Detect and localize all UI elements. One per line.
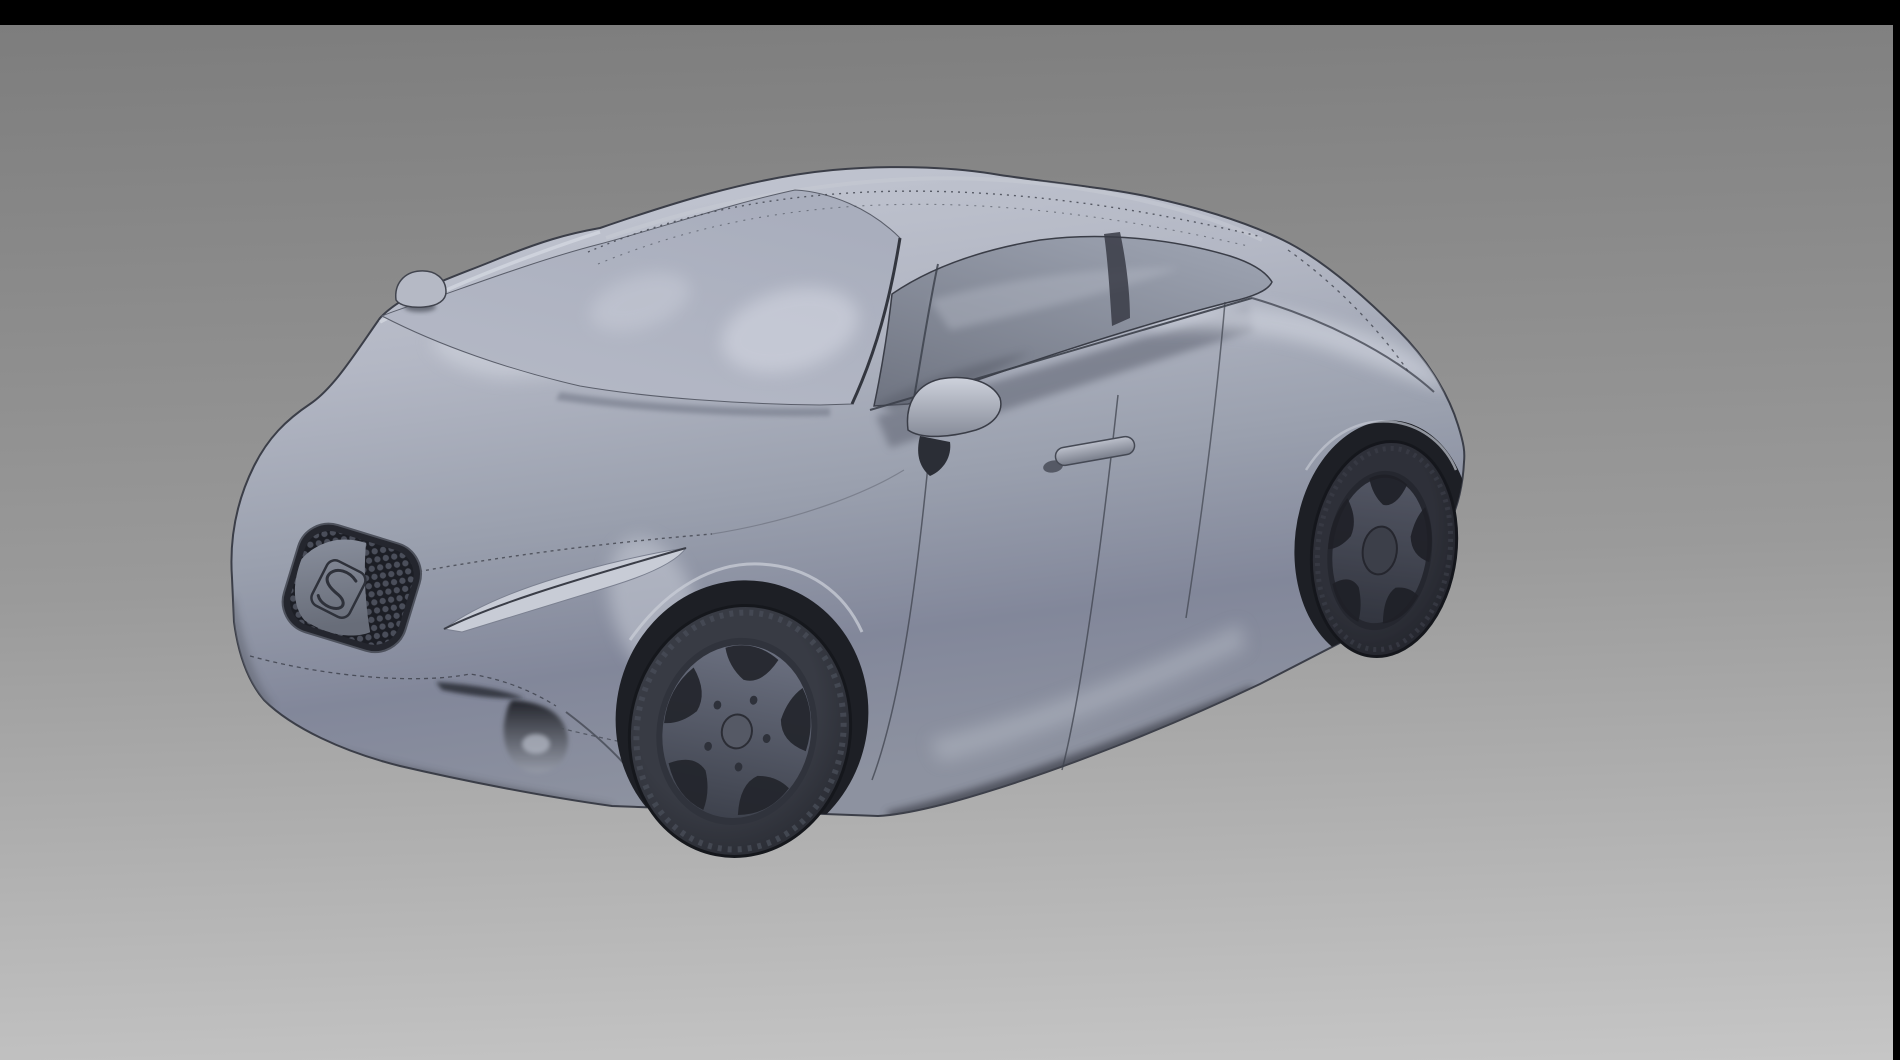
top-letterbox-bar: [0, 0, 1900, 25]
render-viewport[interactable]: [0, 25, 1893, 1060]
scoop-pocket-highlight: [522, 734, 550, 754]
right-letterbox-bar: [1893, 0, 1900, 1060]
far-mirror-shell: [396, 271, 446, 307]
screen: [0, 0, 1900, 1060]
car-render: [0, 0, 1900, 1060]
car-model: [228, 167, 1485, 876]
